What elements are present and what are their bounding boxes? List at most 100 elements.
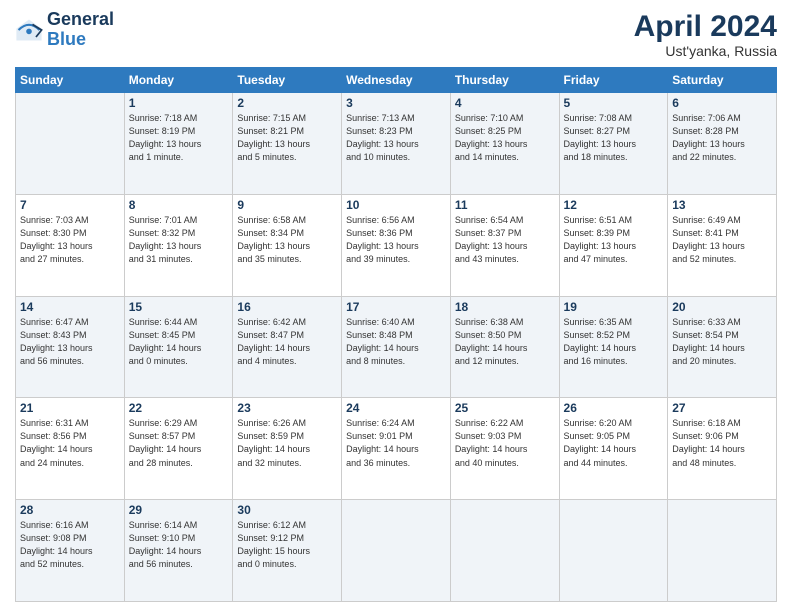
calendar-subtitle: Ust'yanka, Russia — [634, 43, 777, 59]
table-row: 4 Sunrise: 7:10 AM Sunset: 8:25 PM Daylig… — [450, 93, 559, 195]
day-number: 19 — [564, 300, 664, 314]
day-info: Sunrise: 6:58 AM Sunset: 8:34 PM Dayligh… — [237, 214, 337, 266]
day-number: 8 — [129, 198, 229, 212]
day-number: 5 — [564, 96, 664, 110]
day-number: 11 — [455, 198, 555, 212]
day-number: 1 — [129, 96, 229, 110]
table-row: 22Sunrise: 6:29 AM Sunset: 8:57 PM Dayli… — [124, 398, 233, 500]
table-row: 30 Sunrise: 6:12 AM Sunset: 9:12 PM Dayli… — [233, 500, 342, 602]
day-info: Sunrise: 6:12 AM Sunset: 9:12 PM Dayligh… — [237, 519, 337, 571]
day-number: 17 — [346, 300, 446, 314]
day-number: 30 — [237, 503, 337, 517]
day-number: 10 — [346, 198, 446, 212]
day-number: 23 — [237, 401, 337, 415]
page: GeneralBlue April 2024 Ust'yanka, Russia… — [0, 0, 792, 612]
day-number: 9 — [237, 198, 337, 212]
day-info: Sunrise: 7:13 AM Sunset: 8:23 PM Dayligh… — [346, 112, 446, 164]
day-info: Sunrise: 7:15 AM Sunset: 8:21 PM Dayligh… — [237, 112, 337, 164]
calendar-title: April 2024 — [634, 10, 777, 43]
table-row: 17 Sunrise: 6:40 AM Sunset: 8:48 PM Dayli… — [342, 296, 451, 398]
table-row — [668, 500, 777, 602]
title-block: April 2024 Ust'yanka, Russia — [634, 10, 777, 59]
day-number: 12 — [564, 198, 664, 212]
day-number: 24 — [346, 401, 446, 415]
header-friday: Friday — [559, 68, 668, 93]
table-row: 7 Sunrise: 7:03 AM Sunset: 8:30 PM Daylig… — [16, 194, 125, 296]
table-row: 15 Sunrise: 6:44 AM Sunset: 8:45 PM Dayli… — [124, 296, 233, 398]
day-info: Sunrise: 6:29 AM Sunset: 8:57 PM Dayligh… — [129, 417, 229, 469]
header-wednesday: Wednesday — [342, 68, 451, 93]
day-number: 15 — [129, 300, 229, 314]
table-row: 25 Sunrise: 6:22 AM Sunset: 9:03 PM Dayli… — [450, 398, 559, 500]
table-row: 6 Sunrise: 7:06 AM Sunset: 8:28 PM Daylig… — [668, 93, 777, 195]
day-number: 6 — [672, 96, 772, 110]
header-sunday: Sunday — [16, 68, 125, 93]
day-info: Sunrise: 6:24 AM Sunset: 9:01 PM Dayligh… — [346, 417, 446, 469]
day-number: 16 — [237, 300, 337, 314]
table-row: 3 Sunrise: 7:13 AM Sunset: 8:23 PM Daylig… — [342, 93, 451, 195]
table-row — [450, 500, 559, 602]
day-number: 3 — [346, 96, 446, 110]
calendar-week-row: 21Sunrise: 6:31 AM Sunset: 8:56 PM Dayli… — [16, 398, 777, 500]
table-row: 28Sunrise: 6:16 AM Sunset: 9:08 PM Dayli… — [16, 500, 125, 602]
day-number: 27 — [672, 401, 772, 415]
day-info: Sunrise: 6:40 AM Sunset: 8:48 PM Dayligh… — [346, 316, 446, 368]
day-info: Sunrise: 6:44 AM Sunset: 8:45 PM Dayligh… — [129, 316, 229, 368]
table-row: 12 Sunrise: 6:51 AM Sunset: 8:39 PM Dayli… — [559, 194, 668, 296]
day-number: 14 — [20, 300, 120, 314]
table-row: 21Sunrise: 6:31 AM Sunset: 8:56 PM Dayli… — [16, 398, 125, 500]
table-row: 20 Sunrise: 6:33 AM Sunset: 8:54 PM Dayli… — [668, 296, 777, 398]
table-row: 16Sunrise: 6:42 AM Sunset: 8:47 PM Dayli… — [233, 296, 342, 398]
day-number: 25 — [455, 401, 555, 415]
table-row: 2 Sunrise: 7:15 AM Sunset: 8:21 PM Daylig… — [233, 93, 342, 195]
day-number: 29 — [129, 503, 229, 517]
day-number: 13 — [672, 198, 772, 212]
table-row: 11 Sunrise: 6:54 AM Sunset: 8:37 PM Dayli… — [450, 194, 559, 296]
calendar-week-row: 14 Sunrise: 6:47 AM Sunset: 8:43 PM Dayli… — [16, 296, 777, 398]
table-row: 29 Sunrise: 6:14 AM Sunset: 9:10 PM Dayli… — [124, 500, 233, 602]
table-row: 9 Sunrise: 6:58 AM Sunset: 8:34 PM Daylig… — [233, 194, 342, 296]
day-info: Sunrise: 6:51 AM Sunset: 8:39 PM Dayligh… — [564, 214, 664, 266]
day-info: Sunrise: 6:47 AM Sunset: 8:43 PM Dayligh… — [20, 316, 120, 368]
day-number: 7 — [20, 198, 120, 212]
header: GeneralBlue April 2024 Ust'yanka, Russia — [15, 10, 777, 59]
table-row: 18 Sunrise: 6:38 AM Sunset: 8:50 PM Dayli… — [450, 296, 559, 398]
table-row: 13 Sunrise: 6:49 AM Sunset: 8:41 PM Dayli… — [668, 194, 777, 296]
day-info: Sunrise: 6:26 AM Sunset: 8:59 PM Dayligh… — [237, 417, 337, 469]
day-info: Sunrise: 6:18 AM Sunset: 9:06 PM Dayligh… — [672, 417, 772, 469]
calendar-header-row: Sunday Monday Tuesday Wednesday Thursday… — [16, 68, 777, 93]
day-info: Sunrise: 7:18 AM Sunset: 8:19 PM Dayligh… — [129, 112, 229, 164]
day-info: Sunrise: 6:54 AM Sunset: 8:37 PM Dayligh… — [455, 214, 555, 266]
day-info: Sunrise: 6:33 AM Sunset: 8:54 PM Dayligh… — [672, 316, 772, 368]
day-info: Sunrise: 6:22 AM Sunset: 9:03 PM Dayligh… — [455, 417, 555, 469]
logo-text: GeneralBlue — [47, 10, 114, 50]
table-row: 14 Sunrise: 6:47 AM Sunset: 8:43 PM Dayli… — [16, 296, 125, 398]
table-row: 23 Sunrise: 6:26 AM Sunset: 8:59 PM Dayli… — [233, 398, 342, 500]
table-row: 10 Sunrise: 6:56 AM Sunset: 8:36 PM Dayli… — [342, 194, 451, 296]
day-number: 18 — [455, 300, 555, 314]
day-number: 21 — [20, 401, 120, 415]
table-row: 26 Sunrise: 6:20 AM Sunset: 9:05 PM Dayli… — [559, 398, 668, 500]
day-info: Sunrise: 7:10 AM Sunset: 8:25 PM Dayligh… — [455, 112, 555, 164]
day-info: Sunrise: 6:20 AM Sunset: 9:05 PM Dayligh… — [564, 417, 664, 469]
day-info: Sunrise: 6:14 AM Sunset: 9:10 PM Dayligh… — [129, 519, 229, 571]
day-info: Sunrise: 6:49 AM Sunset: 8:41 PM Dayligh… — [672, 214, 772, 266]
header-thursday: Thursday — [450, 68, 559, 93]
table-row: 5Sunrise: 7:08 AM Sunset: 8:27 PM Daylig… — [559, 93, 668, 195]
day-info: Sunrise: 6:38 AM Sunset: 8:50 PM Dayligh… — [455, 316, 555, 368]
day-number: 26 — [564, 401, 664, 415]
table-row: 8Sunrise: 7:01 AM Sunset: 8:32 PM Daylig… — [124, 194, 233, 296]
logo: GeneralBlue — [15, 10, 114, 50]
day-info: Sunrise: 7:03 AM Sunset: 8:30 PM Dayligh… — [20, 214, 120, 266]
calendar-week-row: 28Sunrise: 6:16 AM Sunset: 9:08 PM Dayli… — [16, 500, 777, 602]
day-info: Sunrise: 6:56 AM Sunset: 8:36 PM Dayligh… — [346, 214, 446, 266]
day-info: Sunrise: 7:06 AM Sunset: 8:28 PM Dayligh… — [672, 112, 772, 164]
day-number: 20 — [672, 300, 772, 314]
day-number: 2 — [237, 96, 337, 110]
header-tuesday: Tuesday — [233, 68, 342, 93]
table-row: 19Sunrise: 6:35 AM Sunset: 8:52 PM Dayli… — [559, 296, 668, 398]
day-number: 4 — [455, 96, 555, 110]
header-monday: Monday — [124, 68, 233, 93]
day-number: 28 — [20, 503, 120, 517]
calendar-week-row: 1 Sunrise: 7:18 AM Sunset: 8:19 PM Daylig… — [16, 93, 777, 195]
